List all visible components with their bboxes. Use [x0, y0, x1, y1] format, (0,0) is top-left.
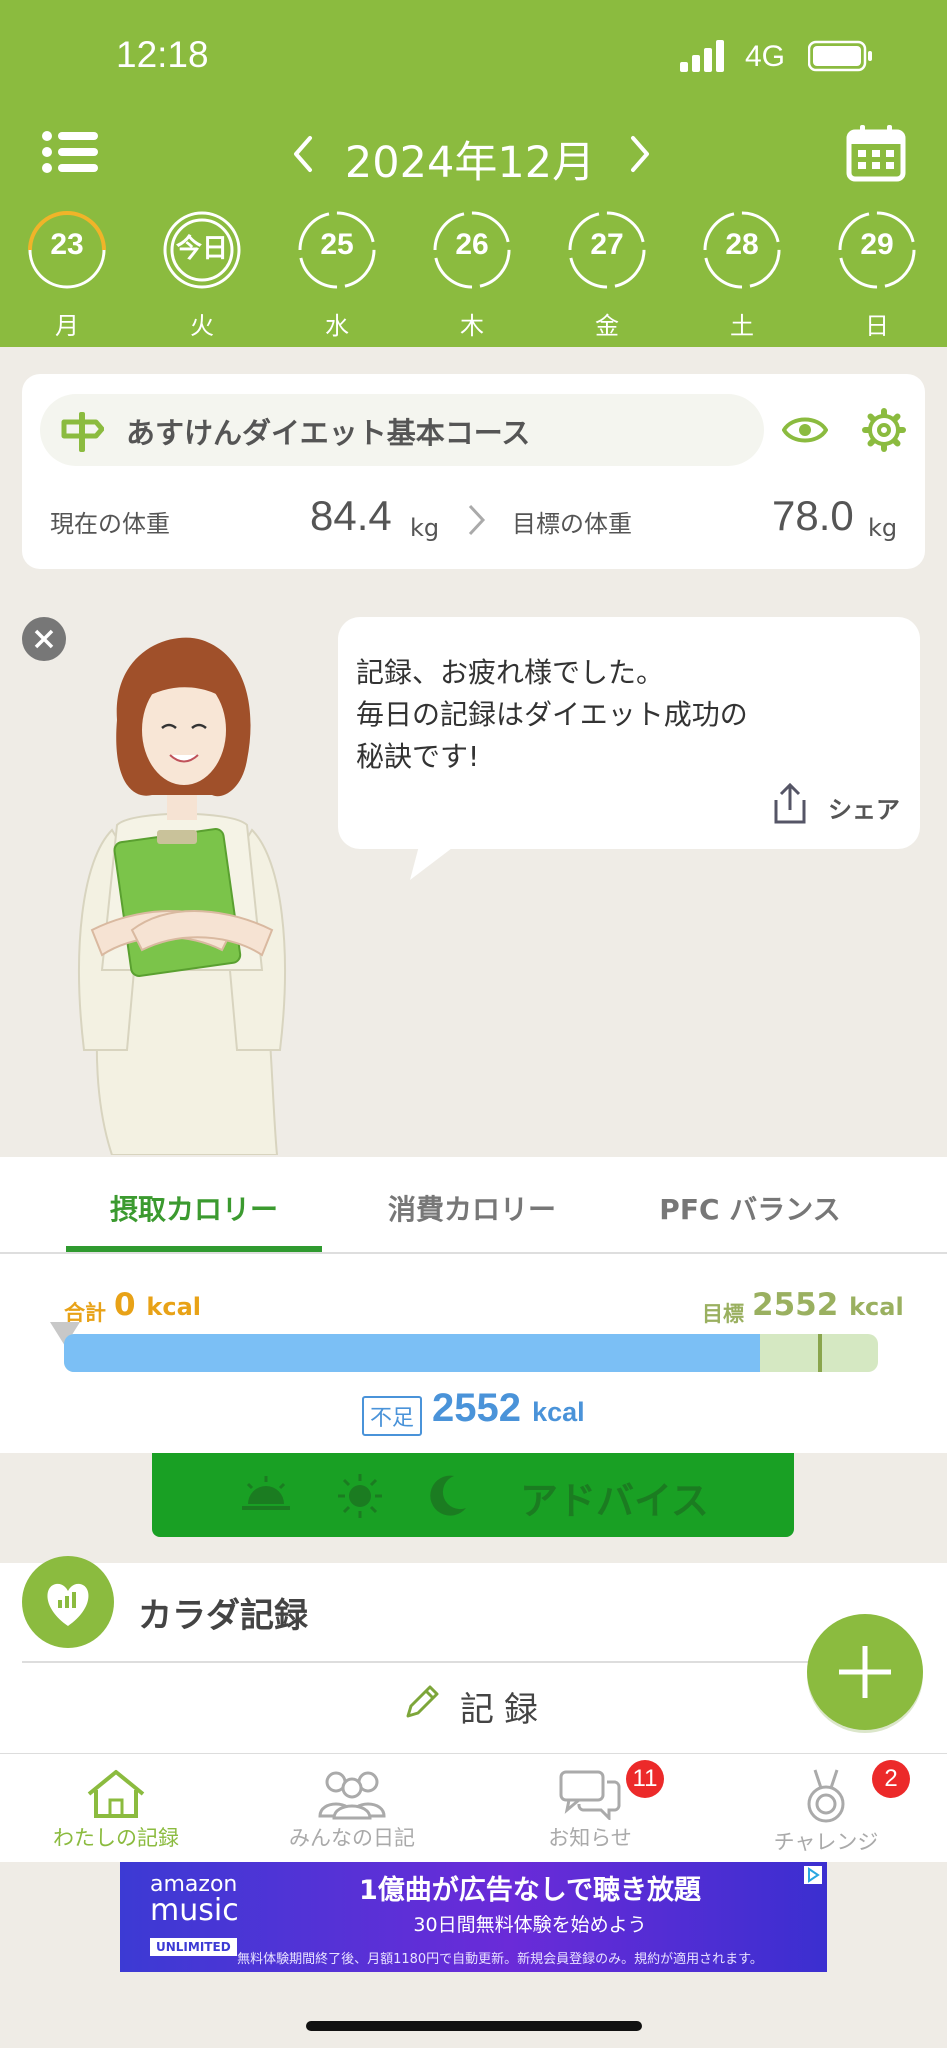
nav-my-record[interactable]: わたしの記録 [16, 1768, 216, 1858]
day-today[interactable]: 今日 火 [162, 210, 242, 340]
home-icon [87, 1770, 145, 1818]
ad-headline: 1億曲が広告なしで聴き放題 [359, 1875, 701, 1906]
signpost-icon [61, 412, 104, 452]
heart-chart-icon [22, 1556, 114, 1648]
battery-icon [808, 40, 872, 72]
pencil-icon [406, 1685, 439, 1718]
body-record-divider [22, 1661, 830, 1663]
sunrise-icon [242, 1476, 290, 1510]
day-29[interactable]: 29 日 [837, 210, 917, 340]
moon-icon [430, 1475, 466, 1516]
notification-badge: 11 [626, 1760, 664, 1798]
gear-icon[interactable] [862, 408, 906, 452]
advice-label: アドバイス [520, 1479, 709, 1523]
chat-icon [559, 1770, 621, 1820]
share-icon[interactable] [768, 782, 812, 826]
menu-icon[interactable] [42, 130, 98, 174]
record-button[interactable]: 記録 [460, 1682, 548, 1731]
advisor-character [78, 637, 286, 1155]
day-27[interactable]: 27 金 [567, 210, 647, 340]
people-icon [318, 1771, 386, 1820]
current-weight-label: 現在の体重 [50, 510, 170, 538]
chevron-right-icon [468, 504, 486, 536]
tab-intake-calorie[interactable]: 摂取カロリー [66, 1188, 322, 1228]
day-23[interactable]: 23 月 [27, 210, 107, 340]
tab-pfc-balance[interactable]: PFC バランス [622, 1188, 878, 1228]
calendar-icon[interactable] [846, 124, 906, 182]
medal-icon [807, 1769, 845, 1823]
ad-fine-print: 無料体験期間終了後、月額1180円で自動更新。新規会員登録のみ。規約が適用されま… [237, 1952, 763, 1967]
advice-message: 記録、お疲れ様でした。 毎日の記録はダイエット成功の 秘訣です! [356, 656, 748, 773]
current-weight-unit: kg [410, 514, 440, 542]
target-weight-label: 目標の体重 [512, 510, 632, 538]
tab-burned-calorie[interactable]: 消費カロリー [344, 1188, 600, 1228]
calorie-deficit-bar [64, 1334, 760, 1372]
share-button[interactable]: シェア [828, 790, 900, 825]
add-icon[interactable] [804, 1612, 926, 1734]
sun-icon [338, 1474, 382, 1518]
bubble-tail [410, 842, 460, 880]
target-weight-unit: kg [868, 514, 898, 542]
challenge-badge: 2 [872, 1760, 910, 1798]
status-time: 12:18 [116, 34, 209, 75]
close-icon[interactable] [22, 617, 66, 661]
body-record-title: カラダ記録 [138, 1596, 308, 1636]
target-value: 2552 kcal [752, 1287, 904, 1323]
ad-subline: 30日間無料体験を始めよう [413, 1914, 647, 1936]
day-26[interactable]: 26 木 [432, 210, 512, 340]
day-25[interactable]: 25 水 [297, 210, 377, 340]
deficit-value: 2552 kcal [432, 1386, 585, 1430]
target-label: 目標 [702, 1302, 744, 1326]
tab-divider [0, 1252, 947, 1254]
current-weight-value: 84.4 [310, 492, 392, 539]
total-value: 0 kcal [114, 1287, 201, 1323]
next-month-icon[interactable] [625, 134, 655, 174]
ad-choices-icon[interactable] [804, 1866, 822, 1884]
network-label: 4G [745, 40, 786, 73]
home-indicator [306, 2021, 642, 2031]
day-28[interactable]: 28 土 [702, 210, 782, 340]
eye-icon[interactable] [782, 412, 828, 448]
target-marker [818, 1334, 822, 1372]
signal-icon [680, 40, 724, 72]
month-title: 2024年12月 [344, 138, 596, 188]
nav-everyone-diary[interactable]: みんなの日記 [252, 1768, 452, 1858]
ad-brand: amazon music [150, 1872, 239, 1928]
target-weight-value: 78.0 [772, 492, 854, 539]
deficit-label: 不足 [362, 1396, 423, 1436]
course-name: あすけんダイエット基本コース [126, 416, 531, 450]
